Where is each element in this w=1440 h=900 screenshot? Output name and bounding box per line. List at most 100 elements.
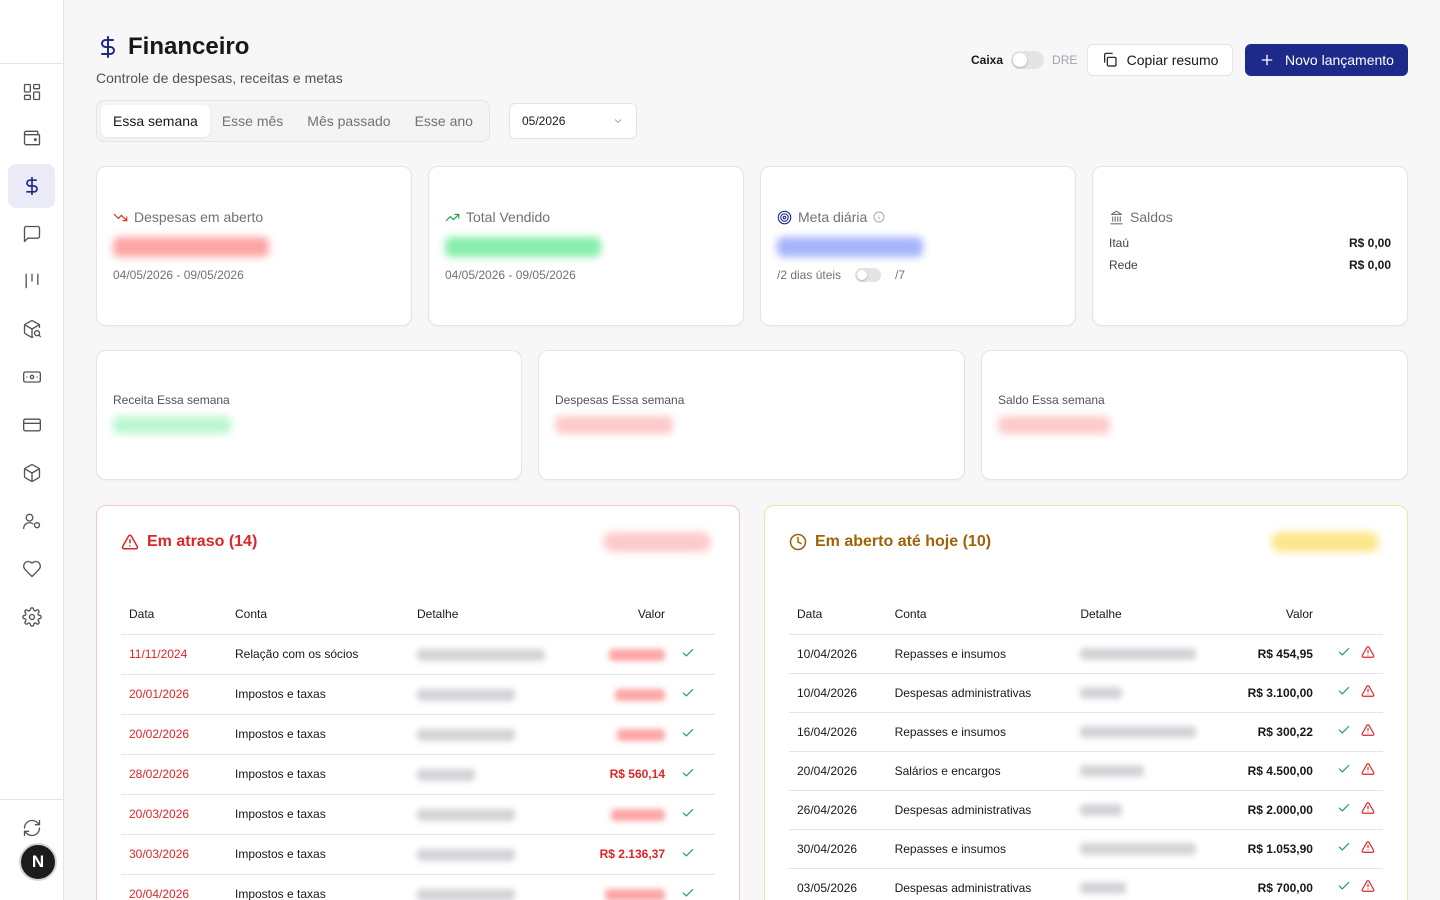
page-title: Financeiro [128, 33, 250, 60]
user-cog-icon [22, 513, 40, 530]
check-icon[interactable] [681, 806, 695, 820]
view-mode-toggle: Caixa DRE [971, 51, 1077, 69]
table-row[interactable]: 28/02/2026 Impostos e taxas R$ 560,14 [121, 754, 715, 795]
tab-esse-ano[interactable]: Esse ano [403, 105, 485, 137]
row-actions [1320, 829, 1383, 869]
row-actions [673, 874, 715, 900]
row-date: 03/05/2026 [789, 868, 887, 900]
table-row[interactable]: 26/04/2026 Despesas administrativas R$ 2.0… [789, 790, 1383, 830]
banknote-icon [22, 371, 41, 383]
column-header: Conta [886, 594, 1073, 635]
info-icon[interactable] [873, 211, 885, 223]
sidebar-item-cash[interactable] [8, 355, 55, 399]
row-account: Impostos e taxas [227, 794, 409, 835]
table-row[interactable]: 11/11/2024 Relação com os sócios [121, 634, 715, 675]
warning-icon[interactable] [1361, 840, 1375, 854]
check-icon[interactable] [681, 766, 695, 780]
heart-icon [22, 560, 41, 578]
balance-row: Rede R$ 0,00 [1109, 258, 1391, 272]
warning-icon[interactable] [1361, 762, 1375, 776]
check-icon[interactable] [1337, 723, 1351, 737]
sidebar-item-messages[interactable] [8, 212, 55, 256]
table-row[interactable]: 20/02/2026 Impostos e taxas [121, 714, 715, 755]
table-row[interactable]: 20/03/2026 Impostos e taxas [121, 794, 715, 835]
copy-summary-button[interactable]: Copiar resumo [1087, 44, 1233, 76]
hidden-value [445, 237, 601, 257]
check-icon[interactable] [681, 686, 695, 700]
check-icon[interactable] [681, 726, 695, 740]
hidden-value [113, 416, 231, 434]
table-row[interactable]: 10/04/2026 Despesas administrativas R$ 3.1… [789, 673, 1383, 713]
trending-up-icon [445, 213, 460, 221]
gear-icon [21, 607, 42, 627]
table-row[interactable]: 16/04/2026 Repasses e insumos R$ 300,22 [789, 712, 1383, 752]
sidebar-item-cards[interactable] [8, 403, 55, 447]
copy-summary-label: Copiar resumo [1126, 52, 1219, 68]
check-icon[interactable] [681, 646, 695, 660]
row-value: R$ 2.136,37 [559, 834, 673, 875]
row-date: 10/04/2026 [789, 673, 887, 713]
sidebar: N [0, 0, 64, 900]
hidden-value [777, 237, 923, 257]
check-icon[interactable] [1337, 801, 1351, 815]
sidebar-item-kanban[interactable] [8, 259, 55, 303]
check-icon[interactable] [1337, 684, 1351, 698]
row-account: Impostos e taxas [227, 674, 409, 715]
page-header: Financeiro [96, 33, 249, 61]
check-icon[interactable] [681, 886, 695, 900]
page-subtitle: Controle de despesas, receitas e metas [96, 70, 343, 86]
warning-icon[interactable] [1361, 723, 1375, 737]
sidebar-item-products[interactable] [8, 451, 55, 495]
table-row[interactable]: 30/04/2026 Repasses e insumos R$ 1.053,90 [789, 829, 1383, 869]
row-detail [409, 874, 559, 900]
card-label: Saldo Essa semana [998, 393, 1105, 407]
dollar-icon [25, 176, 38, 196]
avatar[interactable]: N [19, 843, 57, 881]
check-icon[interactable] [1337, 645, 1351, 659]
card-saldo-semana: Saldo Essa semana [981, 350, 1408, 480]
balance-row: Itaú R$ 0,00 [1109, 236, 1391, 250]
box-icon [23, 464, 40, 482]
tab-essa-semana[interactable]: Essa semana [101, 105, 210, 137]
column-header: Conta [227, 594, 409, 635]
check-icon[interactable] [1337, 762, 1351, 776]
row-date: 26/04/2026 [789, 790, 887, 830]
table-row[interactable]: 30/03/2026 Impostos e taxas R$ 2.136,37 [121, 834, 715, 875]
tab-mes-passado[interactable]: Mês passado [295, 105, 402, 137]
row-date: 20/02/2026 [121, 714, 227, 755]
table-row[interactable]: 20/01/2026 Impostos e taxas [121, 674, 715, 715]
month-select[interactable]: 05/2026 [509, 103, 637, 139]
warning-icon[interactable] [1361, 801, 1375, 815]
tab-esse-mes[interactable]: Esse mês [210, 105, 295, 137]
check-icon[interactable] [1337, 840, 1351, 854]
sidebar-item-users[interactable] [8, 499, 55, 543]
check-icon[interactable] [681, 846, 695, 860]
sidebar-item-favorites[interactable] [8, 547, 55, 591]
warning-icon[interactable] [1361, 879, 1375, 893]
sidebar-item-wallet[interactable] [8, 116, 55, 160]
sidebar-item-package-search[interactable] [8, 307, 55, 351]
table-row[interactable]: 20/04/2026 Salários e encargos R$ 4.500,00 [789, 751, 1383, 791]
caixa-dre-switch[interactable] [1011, 51, 1045, 69]
row-account: Salários e encargos [886, 751, 1073, 791]
table-row[interactable]: 10/04/2026 Repasses e insumos R$ 454,95 [789, 634, 1383, 674]
row-account: Relação com os sócios [227, 634, 409, 675]
sidebar-item-dashboard[interactable] [8, 70, 55, 114]
check-icon[interactable] [1337, 879, 1351, 893]
working-days-switch[interactable] [855, 268, 882, 282]
refresh-icon [23, 819, 40, 837]
sidebar-item-financeiro[interactable] [8, 164, 55, 208]
clock-icon [789, 533, 807, 551]
row-value [559, 634, 673, 675]
table-row[interactable]: 03/05/2026 Despesas administrativas R$ 700… [789, 868, 1383, 900]
warning-icon[interactable] [1361, 645, 1375, 659]
sidebar-item-settings[interactable] [8, 595, 55, 639]
table-row[interactable]: 20/04/2026 Impostos e taxas [121, 874, 715, 900]
new-entry-button[interactable]: Novo lançamento [1245, 44, 1408, 76]
warning-icon[interactable] [1361, 684, 1375, 698]
overdue-panel: Em atraso (14) Data Conta Detalhe Valor … [96, 505, 740, 900]
hidden-total [1271, 532, 1379, 552]
row-actions [1320, 868, 1383, 900]
row-detail [1072, 868, 1205, 900]
row-actions [1320, 673, 1383, 713]
